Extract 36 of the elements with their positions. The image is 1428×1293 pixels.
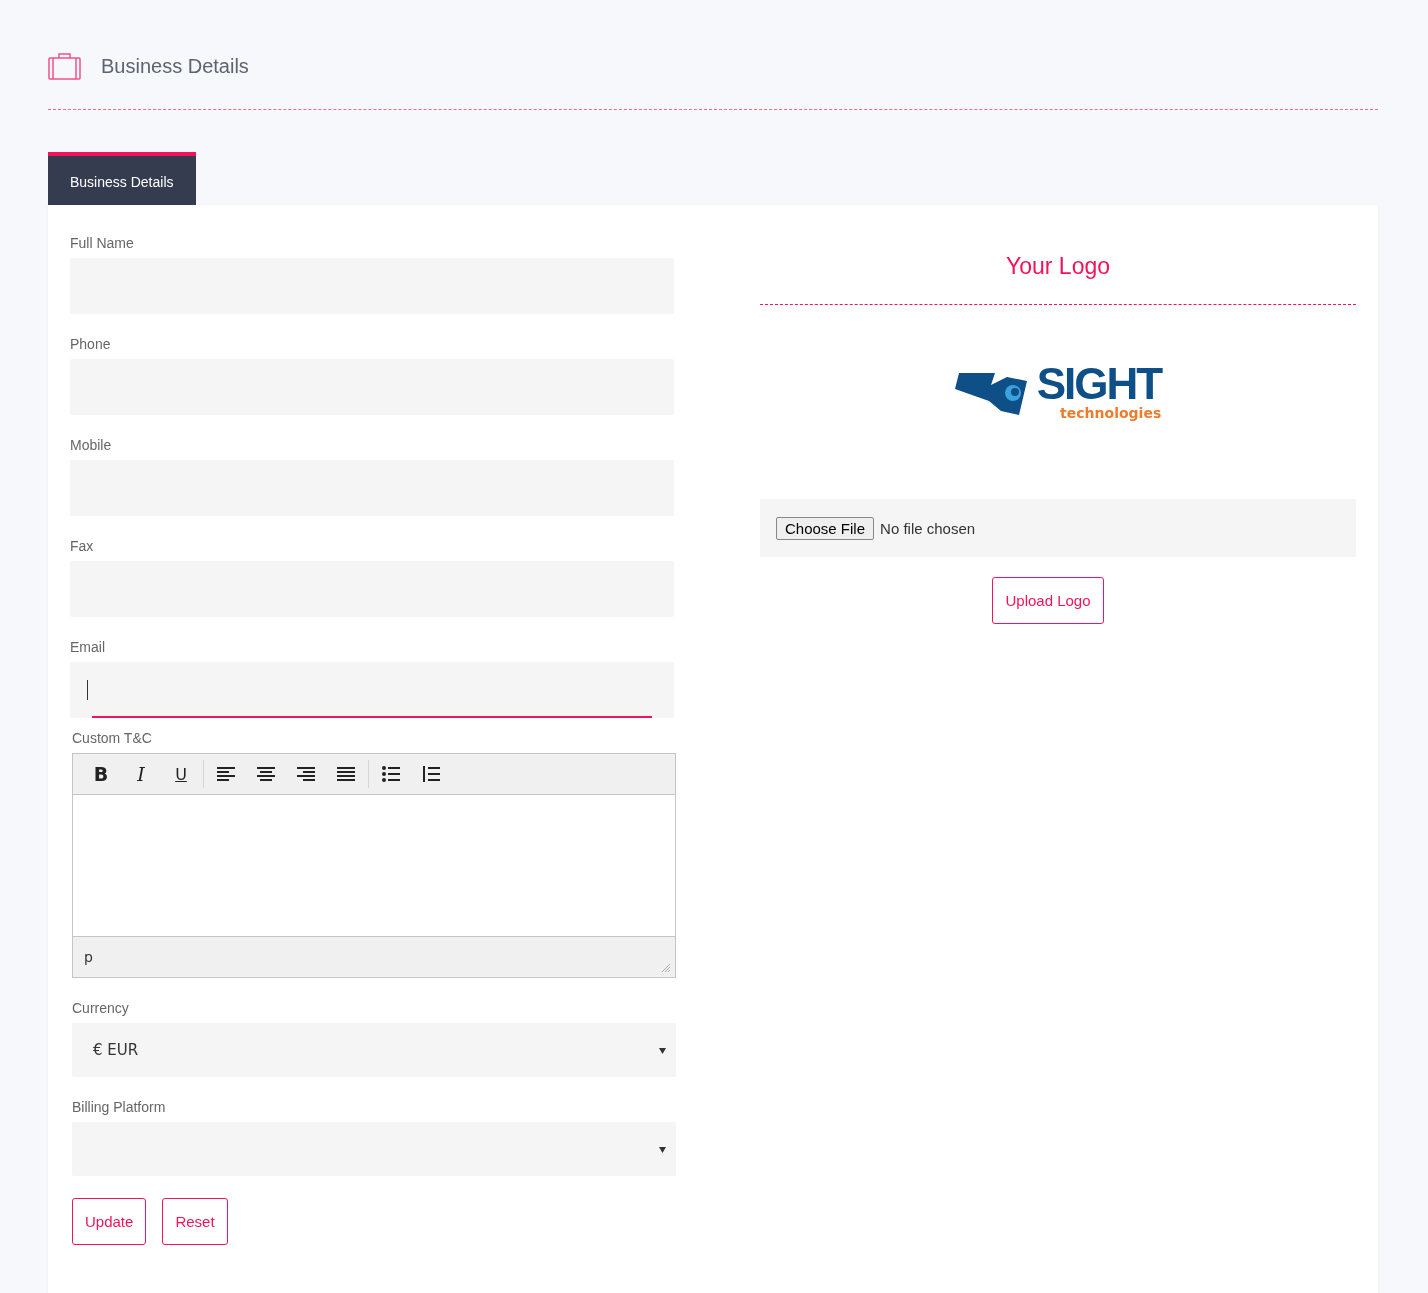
field-label: Full Name xyxy=(70,235,135,251)
bold-button[interactable]: B xyxy=(85,760,117,788)
field-label: Billing Platform xyxy=(72,1099,167,1115)
logo-title: Your Logo xyxy=(760,253,1356,305)
field-label: Mobile xyxy=(70,437,113,453)
tab[interactable]: Business Details xyxy=(48,152,196,205)
input-field[interactable] xyxy=(70,662,674,718)
dropdown[interactable]: € EUR xyxy=(72,1023,676,1077)
resize-handle-icon[interactable] xyxy=(661,963,671,973)
choose-file-button[interactable]: Choose File xyxy=(776,516,875,540)
page-title: Business Details xyxy=(101,54,249,78)
text-cursor xyxy=(87,680,88,700)
bullet-list-icon xyxy=(382,766,400,782)
align-center-icon xyxy=(257,766,275,782)
align-right-icon xyxy=(297,766,315,782)
field-label: Custom T&C xyxy=(72,730,153,746)
caret-icon xyxy=(659,1146,666,1153)
field-label: Email xyxy=(70,639,106,655)
caret-icon xyxy=(659,1047,666,1054)
underline-button[interactable]: U xyxy=(165,760,197,788)
logo-tagline: technologies xyxy=(1060,405,1162,421)
file-status: No file chosen xyxy=(880,519,976,537)
reset-button[interactable]: Reset xyxy=(162,1198,228,1245)
field-label: Phone xyxy=(70,336,112,352)
element-path: p xyxy=(84,949,93,965)
upload-logo-button[interactable]: Upload Logo xyxy=(992,577,1104,624)
italic-button[interactable]: I xyxy=(125,760,157,788)
field-label: Fax xyxy=(70,538,95,554)
briefcase-icon xyxy=(48,52,81,80)
logo-name: SIGHT xyxy=(1036,363,1162,405)
justify-icon xyxy=(337,766,355,782)
field-label: Currency xyxy=(72,1000,130,1016)
align-left-icon xyxy=(217,766,235,782)
update-button[interactable]: Update xyxy=(72,1198,147,1245)
numbered-list-icon xyxy=(422,766,440,782)
text-editor[interactable]: B I U p xyxy=(72,753,676,978)
